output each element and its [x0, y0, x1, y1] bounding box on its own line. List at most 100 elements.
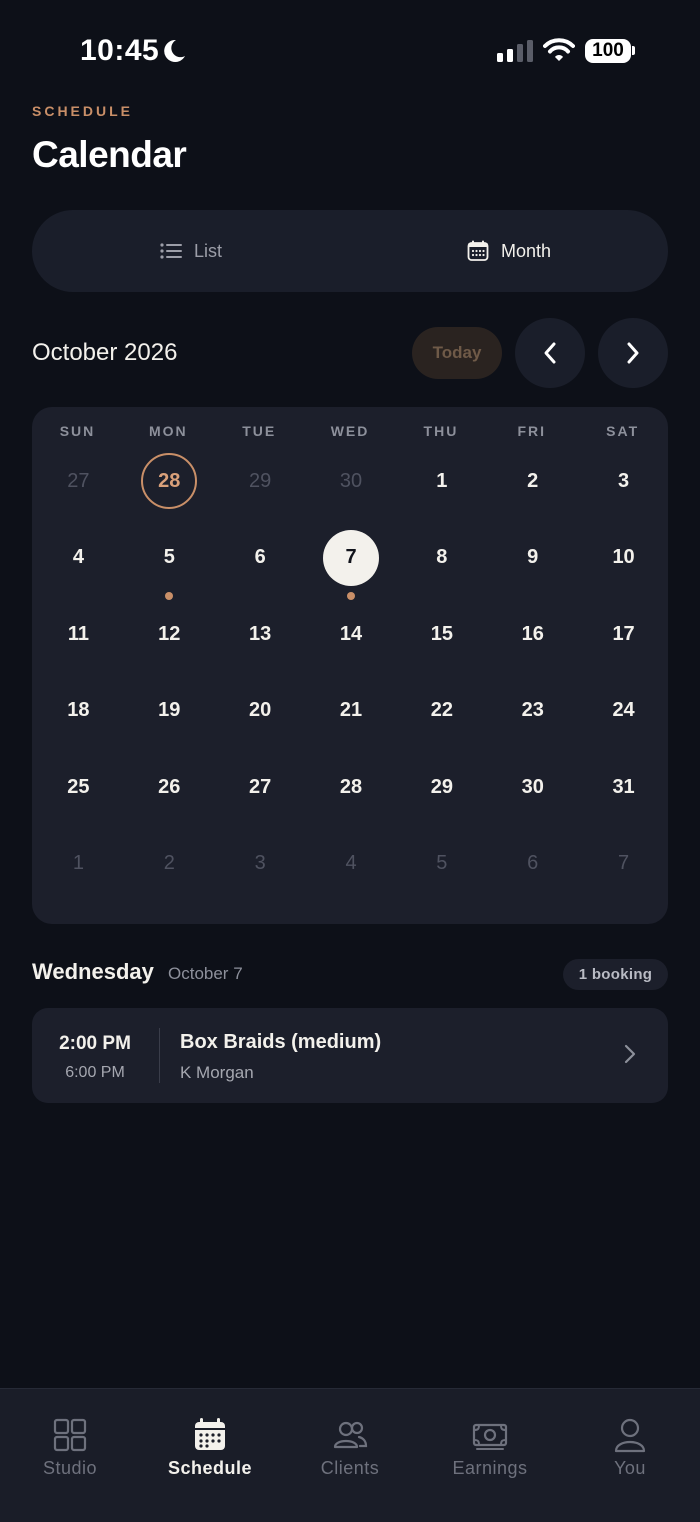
calendar-day[interactable]: 20 [232, 683, 288, 739]
page-title: Calendar [32, 134, 187, 175]
booking-client: K Morgan [180, 1063, 254, 1082]
view-toggle: List Month [32, 210, 668, 292]
calendar-day[interactable]: 14 [323, 606, 379, 662]
tab-label: Schedule [167, 1458, 253, 1478]
calendar-day[interactable]: 27 [232, 759, 288, 815]
tab-studio[interactable]: Studio [0, 1389, 140, 1522]
calendar-day[interactable]: 4 [50, 530, 106, 586]
weekday-header: THU [423, 423, 459, 439]
weekday-header: TUE [242, 423, 277, 439]
calendar-day[interactable]: 19 [141, 683, 197, 739]
calendar-day[interactable]: 31 [596, 759, 652, 815]
calendar-day[interactable]: 7 [596, 836, 652, 892]
calendar-day[interactable]: 23 [505, 683, 561, 739]
calendar-day-today[interactable]: 28 [141, 453, 198, 509]
tab-schedule[interactable]: Schedule [140, 1389, 280, 1522]
status-bar: 10:45 100 [0, 0, 700, 100]
month-calendar: SUN MON TUE WED THU FRI SAT 27 28 29 30 1 2 3 4 5 6 7 8 9 10… [32, 407, 668, 924]
booking-end-time: 6:00 PM [65, 1064, 125, 1081]
tab-you[interactable]: You [560, 1389, 700, 1522]
weekday-header: SAT [606, 423, 640, 439]
event-indicator-dot [347, 591, 355, 600]
event-indicator-dot [165, 591, 174, 600]
calendar-day[interactable]: 29 [232, 453, 288, 509]
month-view-label: Month [500, 240, 552, 261]
tab-label: Earnings [452, 1458, 528, 1478]
calendar-day[interactable]: 13 [232, 606, 288, 662]
month-label: October 2026 [32, 339, 178, 366]
calendar-day[interactable]: 5 [141, 530, 197, 586]
calendar-day[interactable]: 3 [232, 836, 288, 892]
list-view-button[interactable]: List [32, 210, 350, 292]
chevron-right-icon [627, 342, 639, 364]
people-icon [333, 1421, 368, 1449]
previous-month-button[interactable] [515, 318, 585, 388]
agenda-weekday: Wednesday [32, 959, 154, 984]
booking-start-time: 2:00 PM [59, 1033, 131, 1054]
battery-tip [632, 46, 635, 55]
tab-bar: Studio Schedule Clients Earnings You [0, 1388, 700, 1522]
calendar-day[interactable]: 9 [505, 530, 561, 586]
weekday-header: FRI [517, 423, 547, 439]
chevron-right-icon [624, 1044, 636, 1064]
calendar-day[interactable]: 1 [414, 453, 470, 509]
calendar-day[interactable]: 17 [596, 606, 652, 662]
agenda-date: October 7 [168, 964, 243, 983]
weekday-header: SUN [59, 423, 96, 439]
calendar-icon [195, 1418, 225, 1450]
tab-label: You [614, 1458, 646, 1478]
tab-label: Studio [42, 1458, 98, 1478]
status-time: 10:45 [80, 34, 160, 67]
person-icon [614, 1418, 646, 1453]
calendar-day[interactable]: 15 [414, 606, 470, 662]
calendar-day[interactable]: 10 [596, 530, 652, 586]
cash-icon [472, 1423, 508, 1450]
calendar-day[interactable]: 2 [505, 453, 561, 509]
cellular-signal-icon [497, 40, 533, 62]
calendar-day-selected[interactable]: 7 [323, 529, 379, 586]
calendar-day[interactable]: 8 [414, 530, 470, 586]
calendar-day[interactable]: 21 [323, 683, 379, 739]
booking-service: Box Braids (medium) [180, 1031, 382, 1053]
calendar-icon [467, 240, 489, 261]
weekday-header: MON [149, 423, 188, 439]
next-month-button[interactable] [598, 318, 668, 388]
tab-clients[interactable]: Clients [280, 1389, 420, 1522]
calendar-day[interactable]: 6 [232, 530, 288, 586]
list-icon [160, 243, 182, 259]
calendar-day[interactable]: 18 [50, 683, 106, 739]
calendar-day[interactable]: 27 [50, 453, 106, 509]
calendar-day[interactable]: 12 [141, 606, 197, 662]
divider [159, 1028, 160, 1083]
list-view-label: List [193, 240, 222, 261]
calendar-day[interactable]: 30 [505, 759, 561, 815]
booking-card[interactable]: 2:00 PM 6:00 PM Box Braids (medium) K Mo… [32, 1008, 668, 1103]
chevron-left-icon [544, 342, 556, 364]
tab-earnings[interactable]: Earnings [420, 1389, 560, 1522]
calendar-day[interactable]: 28 [323, 759, 379, 815]
weekday-header: WED [330, 423, 370, 439]
section-eyebrow: SCHEDULE [32, 103, 134, 119]
calendar-day[interactable]: 16 [505, 606, 561, 662]
grid-icon [53, 1418, 87, 1452]
calendar-day[interactable]: 29 [414, 759, 470, 815]
calendar-day[interactable]: 24 [596, 683, 652, 739]
calendar-day[interactable]: 11 [50, 606, 106, 662]
wifi-icon [543, 38, 575, 61]
tab-label: Clients [320, 1458, 380, 1478]
calendar-day[interactable]: 2 [141, 836, 197, 892]
calendar-day[interactable]: 4 [323, 836, 379, 892]
calendar-day[interactable]: 26 [141, 759, 197, 815]
battery-indicator: 100 [585, 39, 631, 63]
calendar-day[interactable]: 25 [50, 759, 106, 815]
calendar-day[interactable]: 3 [596, 453, 652, 509]
calendar-day[interactable]: 30 [323, 453, 379, 509]
today-button[interactable]: Today [412, 327, 502, 379]
booking-count-badge: 1 booking [563, 959, 668, 990]
calendar-day[interactable]: 5 [414, 836, 470, 892]
month-view-button[interactable]: Month [350, 210, 668, 292]
calendar-day[interactable]: 1 [50, 836, 106, 892]
calendar-day[interactable]: 22 [414, 683, 470, 739]
calendar-day[interactable]: 6 [505, 836, 561, 892]
moon-icon [164, 39, 185, 62]
